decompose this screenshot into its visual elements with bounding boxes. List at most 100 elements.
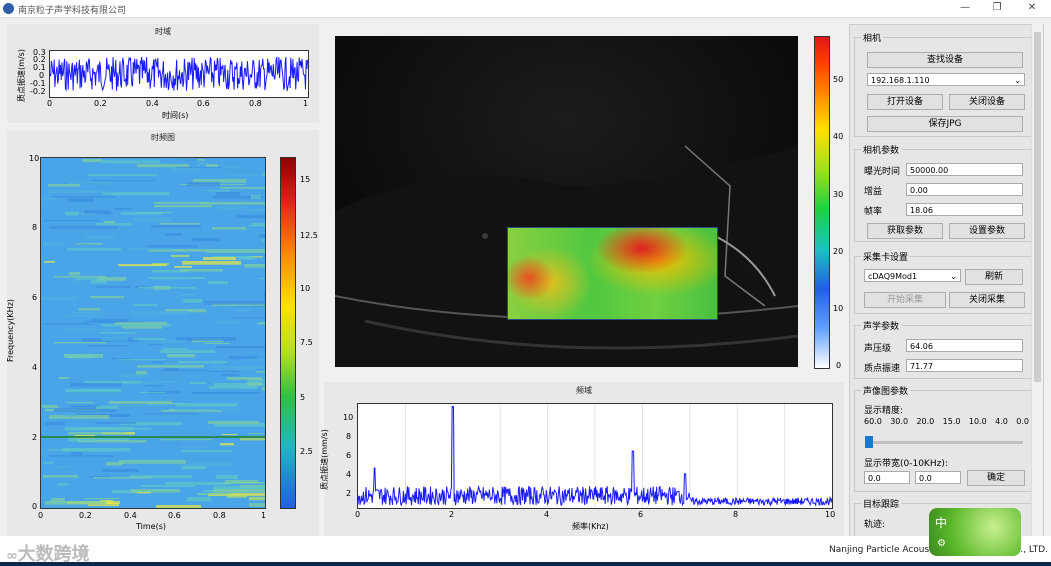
spectrogram-streak [220,443,234,446]
fd-xlabel: 频率(Khz) [572,522,609,531]
spectrogram-streak [48,184,80,187]
spectrogram-streak [102,469,139,472]
spectrogram-streak [227,494,247,498]
spectrogram-streak [122,326,162,329]
spectrogram-streak [44,261,55,263]
precision-slider-thumb[interactable] [865,436,873,448]
ime-widget[interactable]: 中 ⚙ [929,508,1021,556]
spectrogram-streak [88,345,127,347]
spectrogram-streak [154,202,210,204]
spectrogram-streak [216,475,238,479]
app-logo-icon [3,3,14,14]
taskbar-strip [0,562,1051,566]
spectrogram-streak [208,421,259,424]
band-low-input[interactable]: 0.0 [864,471,910,484]
camera-ip-select[interactable]: 192.168.1.110 ⌄ [867,73,1025,86]
spectrogram-streak [78,440,95,443]
start-acquisition-button[interactable]: 开始采集 [864,292,946,308]
td-xtick: 1 [303,99,309,108]
spectrogram-streak [115,322,167,325]
spectrogram-streak [118,264,166,267]
spectrogram-streak [74,312,106,314]
sp-xtick: 0 [38,511,44,520]
close-device-button[interactable]: 关闭设备 [949,94,1025,110]
spectrogram-streak [43,462,54,464]
time-domain-title: 时域 [155,27,171,36]
panel-scrollbar[interactable] [1031,24,1043,536]
spectrogram-streak [179,294,194,296]
daq-device-select[interactable]: cDAQ9Mod1 ⌄ [864,269,961,282]
spectrogram-streak [42,405,58,408]
control-panel: 相机 查找设备 192.168.1.110 ⌄ 打开设备 关闭设备 保存JPG … [849,24,1044,538]
spectrogram-streak [43,475,78,478]
spectrogram-streak [187,182,220,186]
sp-xtick: 0.4 [124,511,137,520]
img-cbar-tick: 0 [836,361,842,370]
spectrogram-streak [45,422,65,426]
daq-device-value: cDAQ9Mod1 [868,272,918,281]
gain-input[interactable]: 0.00 [906,183,1023,196]
spectrogram-streak [222,434,237,436]
sp-xtick: 0.8 [213,511,226,520]
spectrogram-streak [96,406,118,410]
time-domain-plot [49,50,309,98]
spectrogram-streak [221,374,239,377]
image-colorbar [814,36,830,369]
spectrogram-streak [224,167,246,169]
spectrogram-streak [182,261,241,265]
td-xtick: 0 [47,99,53,108]
fd-ytick: 6 [346,451,352,460]
confirm-button[interactable]: 确定 [967,470,1025,486]
td-xtick: 0.6 [197,99,210,108]
exposure-input[interactable]: 50000.00 [906,163,1023,176]
precision-tick: 30.0 [890,417,909,426]
spectrogram-streak [85,236,115,239]
stop-acquisition-button[interactable]: 关闭采集 [949,292,1025,308]
close-button[interactable]: ✕ [1022,2,1042,13]
find-device-button[interactable]: 查找设备 [867,52,1023,68]
sp-ytick: 8 [32,223,38,232]
spectrogram-streak [123,383,158,385]
spectrogram-streak [44,220,101,222]
spectrogram-streak [144,385,165,387]
td-xtick: 0.2 [94,99,107,108]
set-params-button[interactable]: 设置参数 [949,223,1025,239]
td-xtick: 0.8 [249,99,262,108]
spectrogram-streak [78,191,114,193]
save-jpg-button[interactable]: 保存JPG [867,116,1023,132]
precision-slider-track[interactable] [865,441,1023,444]
scrollbar-thumb[interactable] [1034,32,1041,382]
ime-zh-icon[interactable]: 中 [935,514,947,531]
spectrogram-streak [151,225,201,228]
ime-gear-icon[interactable]: ⚙ [937,538,946,549]
spectrogram-streak [104,221,115,223]
fd-ytick: 10 [343,413,354,422]
spectrogram-streak [259,234,265,238]
spectrogram-streak [82,159,102,163]
spectrogram-streak [56,466,69,469]
img-cbar-tick: 40 [833,132,844,141]
gain-label: 增益 [864,187,883,197]
spectrogram-streak [207,249,265,253]
spectrogram-streak [91,180,156,181]
spectrogram-streak [259,278,265,280]
band-high-input[interactable]: 0.0 [915,471,961,484]
chevron-down-icon: ⌄ [1014,76,1021,85]
spectrogram-streak [119,460,186,464]
spectrum-peak-point [632,450,634,453]
track-label: 轨迹: [864,520,886,530]
maximize-button[interactable]: ❐ [987,2,1007,13]
camera-view[interactable] [335,36,798,367]
spectrogram-streak [176,167,221,169]
spectrogram-streak [186,500,212,502]
spectrogram-streak [43,242,63,246]
refresh-button[interactable]: 刷新 [965,269,1023,285]
spectrum-peak-point [373,467,376,470]
open-device-button[interactable]: 打开设备 [867,94,943,110]
fps-input[interactable]: 18.06 [906,203,1023,216]
spectrogram-streak [121,212,162,215]
fd-ytick: 8 [346,432,352,441]
sp-cbar-tick: 12.5 [300,231,318,240]
get-params-button[interactable]: 获取参数 [867,223,943,239]
minimize-button[interactable]: — [955,2,975,13]
